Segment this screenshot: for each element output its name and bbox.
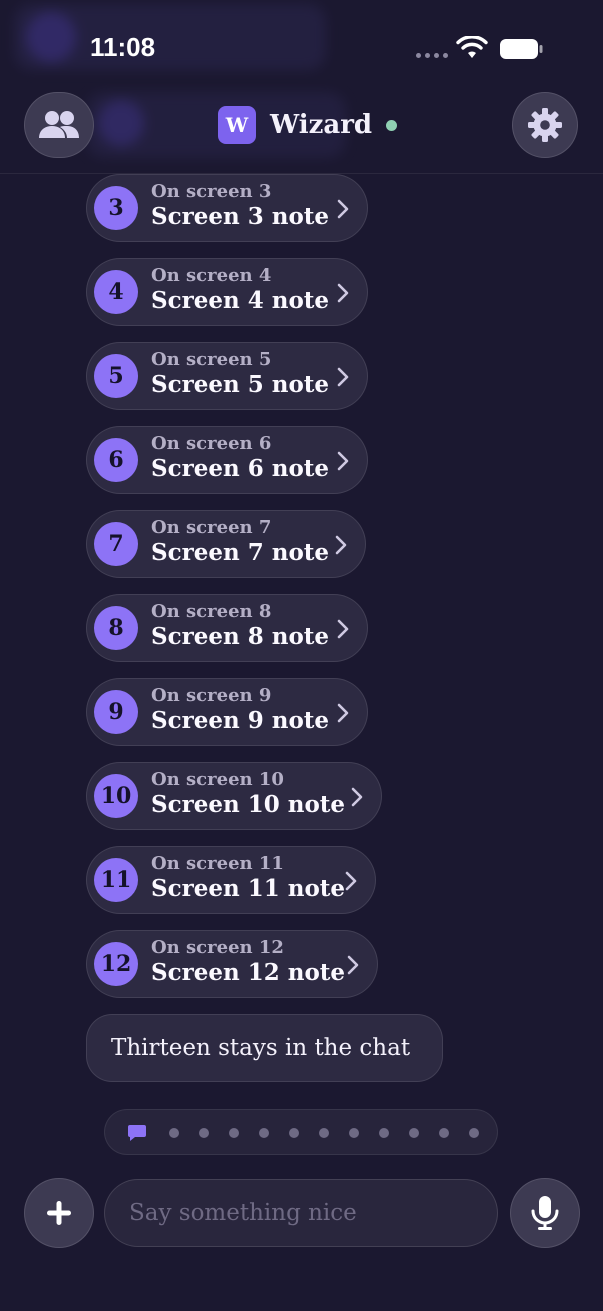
note-title: Screen 10 note [151, 791, 346, 818]
plus-icon [47, 1201, 71, 1225]
note-text: On screen 7 Screen 7 note [151, 517, 329, 567]
voice-input-button[interactable] [510, 1178, 580, 1248]
note-text: On screen 3 Screen 3 note [151, 181, 329, 231]
note-number-badge: 12 [94, 942, 138, 986]
gear-icon [528, 108, 562, 142]
chevron-right-icon [337, 367, 349, 387]
screen-note-card[interactable]: 11 On screen 11 Screen 11 note [86, 846, 376, 914]
note-title: Screen 11 note [151, 875, 346, 902]
note-title: Screen 12 note [151, 959, 346, 986]
note-title: Screen 4 note [151, 287, 330, 314]
pager-dot[interactable] [379, 1128, 389, 1138]
cellular-signal-icon [416, 53, 448, 58]
note-text: On screen 8 Screen 8 note [151, 601, 329, 651]
chevron-right-icon [337, 199, 349, 219]
online-status-indicator [386, 119, 398, 131]
chevron-right-icon [335, 535, 347, 555]
note-text: On screen 10 Screen 10 note [151, 769, 345, 819]
screen-note-card[interactable]: 4 On screen 4 Screen 4 note [86, 258, 368, 326]
screen-note-card[interactable]: 3 On screen 3 Screen 3 note [86, 174, 368, 242]
pager-dot[interactable] [289, 1128, 299, 1138]
note-title: Screen 5 note [151, 371, 330, 398]
note-title: Screen 9 note [151, 707, 330, 734]
note-number-badge: 8 [94, 606, 138, 650]
note-number-badge: 5 [94, 354, 138, 398]
note-subtitle: On screen 4 [151, 265, 272, 286]
pager-dot[interactable] [229, 1128, 239, 1138]
pager-dot[interactable] [169, 1128, 179, 1138]
chat-screen: 11:08 W Wizard Thirteen stays in the cha… [0, 0, 603, 1311]
battery-icon [500, 39, 543, 59]
pager-dot[interactable] [439, 1128, 449, 1138]
note-subtitle: On screen 9 [151, 685, 272, 706]
note-text: On screen 6 Screen 6 note [151, 433, 329, 483]
pager-dot[interactable] [259, 1128, 269, 1138]
note-subtitle: On screen 7 [151, 517, 272, 538]
chevron-right-icon [337, 619, 349, 639]
message-composer [0, 1176, 603, 1256]
chat-title: W Wizard [218, 106, 398, 144]
pager-dot[interactable] [199, 1128, 209, 1138]
chat-bubble-icon[interactable] [127, 1124, 147, 1142]
people-button[interactable] [24, 92, 94, 158]
pager-dot[interactable] [409, 1128, 419, 1138]
chevron-right-icon [345, 871, 357, 891]
people-icon [39, 111, 79, 138]
note-subtitle: On screen 5 [151, 349, 272, 370]
wifi-icon [456, 36, 488, 58]
avatar: W [218, 106, 256, 144]
status-time: 11:08 [90, 32, 156, 62]
note-subtitle: On screen 12 [151, 937, 284, 958]
note-number-badge: 11 [94, 858, 138, 902]
note-number-badge: 7 [94, 522, 138, 566]
add-attachment-button[interactable] [24, 1178, 94, 1248]
note-number-badge: 4 [94, 270, 138, 314]
screen-note-card[interactable]: 12 On screen 12 Screen 12 note [86, 930, 378, 998]
note-title: Screen 7 note [151, 539, 330, 566]
note-number-badge: 6 [94, 438, 138, 482]
note-title: Screen 3 note [151, 203, 330, 230]
microphone-icon [531, 1196, 559, 1230]
note-subtitle: On screen 8 [151, 601, 272, 622]
screen-note-card[interactable]: 9 On screen 9 Screen 9 note [86, 678, 368, 746]
note-text: On screen 9 Screen 9 note [151, 685, 329, 735]
page-indicator[interactable] [104, 1109, 498, 1155]
status-bar: 11:08 [0, 0, 603, 92]
note-number-badge: 10 [94, 774, 138, 818]
screen-note-card[interactable]: 8 On screen 8 Screen 8 note [86, 594, 368, 662]
screen-note-card[interactable]: 10 On screen 10 Screen 10 note [86, 762, 382, 830]
page-title: Wizard [270, 110, 373, 140]
settings-button[interactable] [512, 92, 578, 158]
chevron-right-icon [351, 787, 363, 807]
chevron-right-icon [337, 703, 349, 723]
note-number-badge: 9 [94, 690, 138, 734]
note-title: Screen 6 note [151, 455, 330, 482]
chevron-right-icon [347, 955, 359, 975]
note-text: On screen 4 Screen 4 note [151, 265, 329, 315]
note-subtitle: On screen 6 [151, 433, 272, 454]
message-text: Thirteen stays in the chat [111, 1035, 411, 1061]
screen-note-card[interactable]: 5 On screen 5 Screen 5 note [86, 342, 368, 410]
note-subtitle: On screen 11 [151, 853, 284, 874]
screen-note-card[interactable]: 6 On screen 6 Screen 6 note [86, 426, 368, 494]
note-text: On screen 11 Screen 11 note [151, 853, 345, 903]
pager-dot[interactable] [319, 1128, 329, 1138]
chevron-right-icon [337, 283, 349, 303]
screen-note-card[interactable]: 7 On screen 7 Screen 7 note [86, 510, 366, 578]
note-title: Screen 8 note [151, 623, 330, 650]
note-subtitle: On screen 10 [151, 769, 284, 790]
pager-dot[interactable] [349, 1128, 359, 1138]
note-number-badge: 3 [94, 186, 138, 230]
chevron-right-icon [337, 451, 349, 471]
note-subtitle: On screen 3 [151, 181, 272, 202]
note-text: On screen 12 Screen 12 note [151, 937, 345, 987]
note-text: On screen 5 Screen 5 note [151, 349, 329, 399]
message-input[interactable] [104, 1179, 498, 1247]
pager-dot[interactable] [469, 1128, 479, 1138]
chat-header: W Wizard [0, 92, 603, 174]
chat-message: Thirteen stays in the chat [86, 1014, 443, 1082]
